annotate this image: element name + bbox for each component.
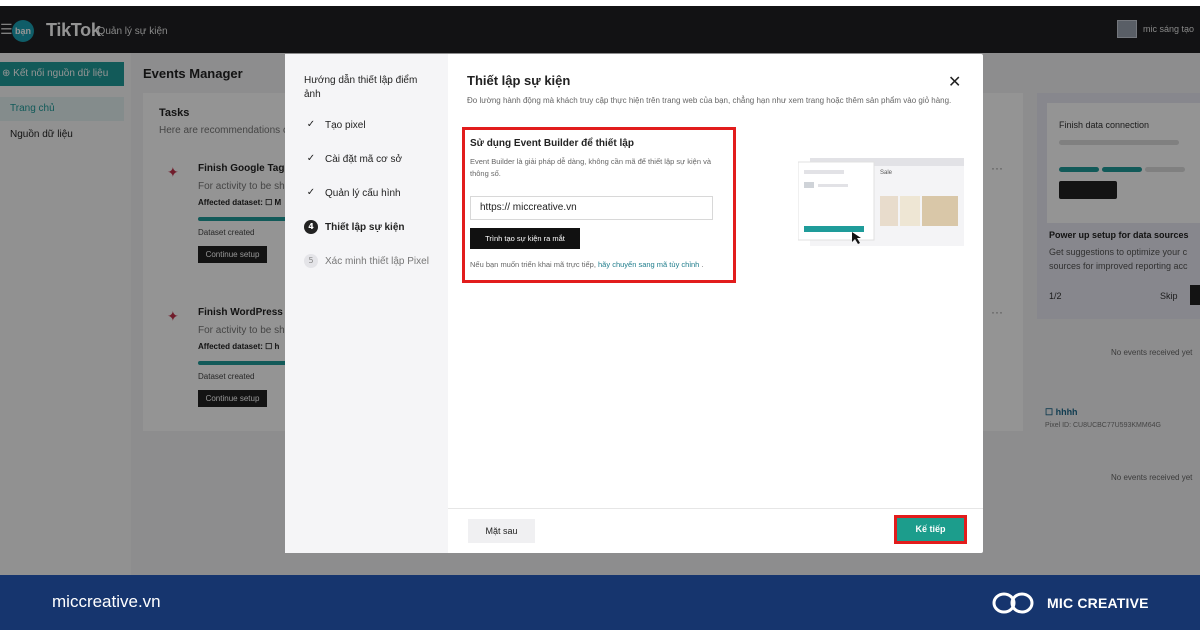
website-url: miccreative.vn [52,592,161,611]
check-icon: ✓ [306,153,316,164]
illustration-line [804,170,844,174]
modal-description: Đo lường hành động mà khách truy cập thự… [467,96,952,105]
event-builder-illustration: Sale [798,158,964,246]
next-button[interactable]: Kế tiếp [897,518,964,541]
launch-event-builder-button[interactable]: Trình tạo sự kiện ra mắt [470,228,580,249]
step-number-badge: 5 [304,254,318,268]
check-icon: ✓ [306,119,316,130]
event-builder-description: Event Builder là giải pháp dễ dàng, khôn… [470,157,712,178]
back-button[interactable]: Mặt sau [468,519,535,543]
custom-code-note: Nếu bạn muốn triển khai mã trực tiếp, hã… [470,260,704,269]
step-verify-pixel[interactable]: 5 Xác minh thiết lập Pixel [304,254,429,268]
step-label: Xác minh thiết lập Pixel [325,255,429,267]
step-label: Tạo pixel [325,119,366,131]
step-create-pixel[interactable]: ✓ Tạo pixel [304,118,366,132]
event-builder-title: Sử dụng Event Builder để thiết lập [470,138,634,149]
illustration-button [804,226,864,232]
illustration-product [900,196,920,226]
illustration-product [922,196,958,226]
next-button-highlight: Kế tiếp [894,515,967,544]
event-builder-section: Sử dụng Event Builder để thiết lập Event… [462,127,736,283]
custom-code-link[interactable]: hãy chuyển sang mã tùy chỉnh [598,260,699,269]
mic-creative-logo-icon [992,592,1034,614]
step-label: Cài đặt mã cơ sở [325,153,403,165]
setup-steps-sidebar: Hướng dẫn thiết lập điểm ảnh ✓ Tạo pixel… [285,54,448,553]
steps-title: Hướng dẫn thiết lập điểm ảnh [304,75,418,100]
illustration-product [880,196,898,226]
website-url-input[interactable]: https:// miccreative.vn [470,196,713,220]
illustration-label: Sale [880,170,893,176]
illustration-line [818,184,848,187]
modal-main: Thiết lập sự kiện ✕ Đo lường hành động m… [448,54,983,553]
brand-banner: miccreative.vn MIC CREATIVE [0,575,1200,630]
step-label: Thiết lập sự kiện [325,221,405,233]
screenshot-frame: ☰ bạn TikTok : Quản lý sự kiện mic sáng … [0,0,1200,630]
check-icon: ✓ [306,187,316,198]
step-event-setup[interactable]: 4 Thiết lập sự kiện [304,220,404,234]
brand-name: MIC CREATIVE [1047,595,1149,611]
note-suffix: . [701,260,704,269]
modal-title: Thiết lập sự kiện [467,73,571,88]
step-number-badge: 4 [304,220,318,234]
modal-footer-divider [448,508,983,509]
illustration-line [804,182,814,188]
step-manage-config[interactable]: ✓ Quản lý cấu hình [304,186,401,200]
note-text: Nếu bạn muốn triển khai mã trực tiếp, [470,260,596,269]
step-label: Quản lý cấu hình [325,187,401,199]
event-setup-modal: Hướng dẫn thiết lập điểm ảnh ✓ Tạo pixel… [285,54,983,553]
close-icon[interactable]: ✕ [948,72,961,91]
step-install-base-code[interactable]: ✓ Cài đặt mã cơ sở [304,152,402,166]
